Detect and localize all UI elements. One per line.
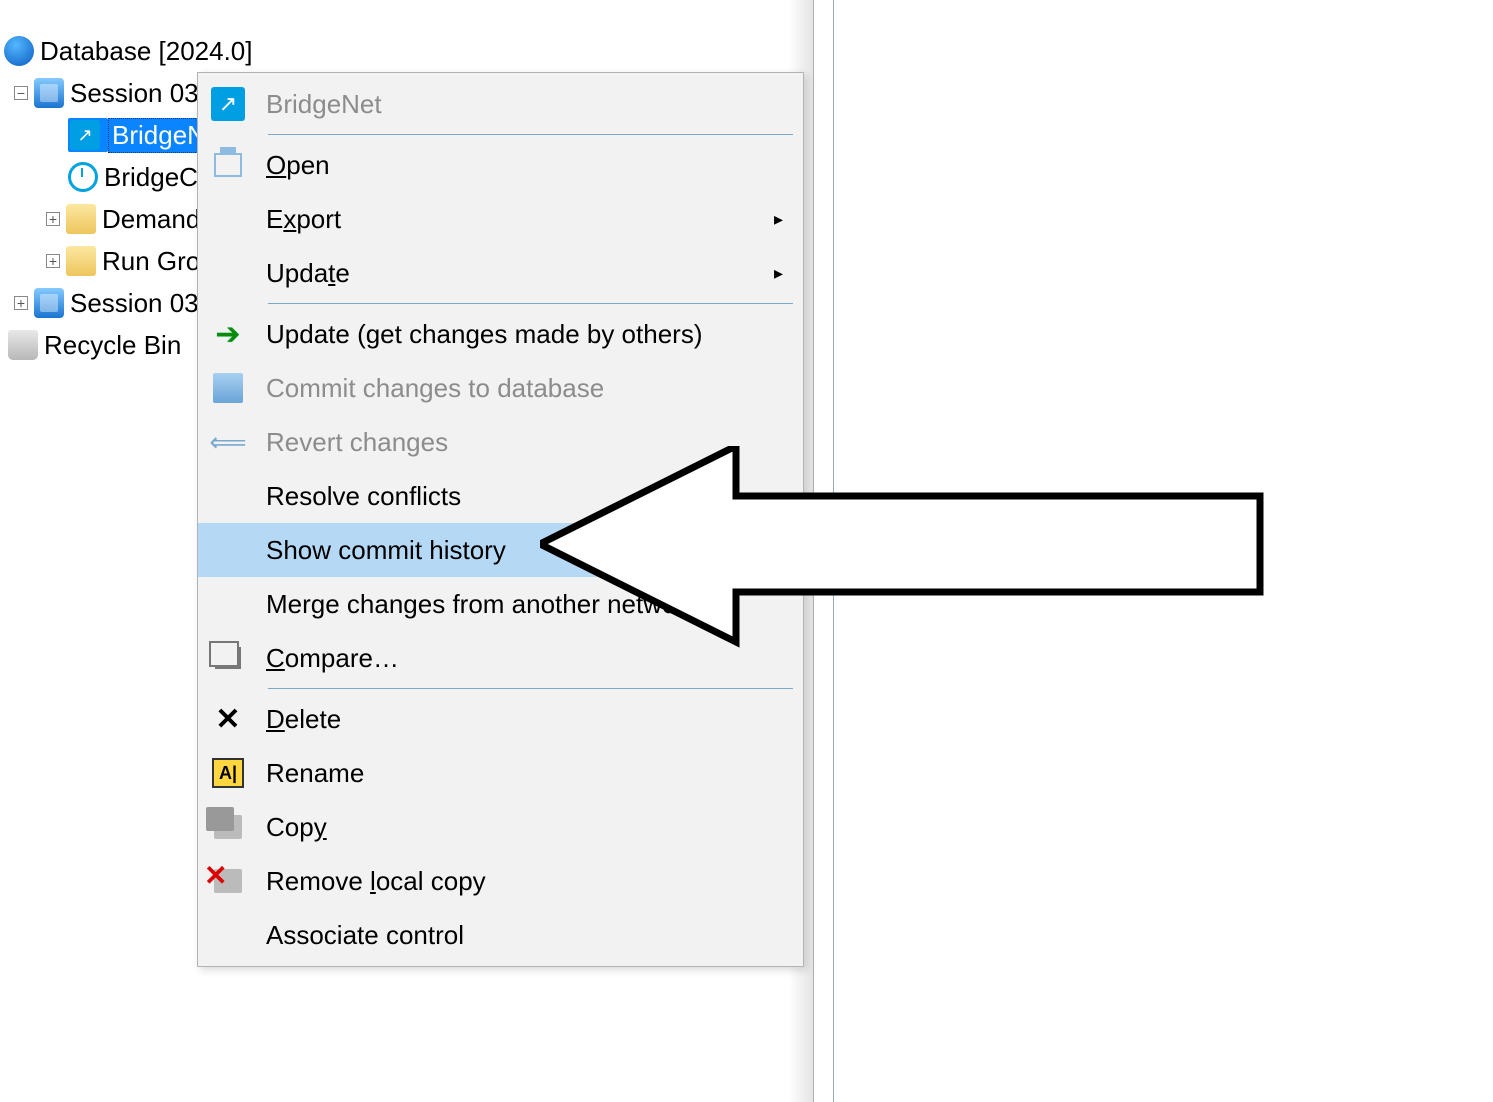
compare-icon bbox=[208, 640, 248, 676]
menu-label: Remove local copy bbox=[266, 866, 783, 897]
tree-label: Run Gro bbox=[102, 246, 200, 277]
menu-label: Update (get changes made by others) bbox=[266, 319, 783, 350]
session-icon bbox=[34, 78, 64, 108]
menu-label: Revert changes bbox=[266, 427, 783, 458]
collapse-icon[interactable]: − bbox=[10, 82, 32, 104]
menu-label: Export bbox=[266, 204, 767, 235]
menu-item-commit: Commit changes to database bbox=[198, 361, 803, 415]
network-icon: ↗ bbox=[70, 120, 100, 150]
tree-label: Recycle Bin bbox=[44, 330, 181, 361]
blank-icon bbox=[208, 255, 248, 291]
content-area bbox=[834, 0, 1493, 1102]
menu-item-rename[interactable]: A| Rename bbox=[198, 746, 803, 800]
tree-label: Session 03 bbox=[70, 78, 199, 109]
session-icon bbox=[34, 288, 64, 318]
revert-icon: ⟸ bbox=[208, 424, 248, 460]
blank-icon bbox=[208, 201, 248, 237]
menu-item-delete[interactable]: ✕ Delete bbox=[198, 692, 803, 746]
expand-icon[interactable]: + bbox=[42, 250, 64, 272]
menu-item-revert: ⟸ Revert changes bbox=[198, 415, 803, 469]
open-icon bbox=[208, 147, 248, 183]
folder-icon bbox=[66, 204, 96, 234]
menu-item-resolve[interactable]: Resolve conflicts bbox=[198, 469, 803, 523]
menu-item-merge[interactable]: Merge changes from another network bbox=[198, 577, 803, 631]
tree-label: Demand bbox=[102, 204, 200, 235]
tree-label: BridgeC bbox=[104, 162, 198, 193]
remove-icon: ✕ bbox=[208, 863, 248, 899]
menu-separator bbox=[268, 688, 793, 689]
context-menu: ↗ BridgeNet Open Export ▸ /*fix export u… bbox=[197, 72, 804, 967]
submenu-arrow-icon: ▸ bbox=[767, 209, 783, 230]
menu-header-label: BridgeNet bbox=[266, 89, 783, 120]
menu-item-remove-local[interactable]: ✕ Remove local copy bbox=[198, 854, 803, 908]
menu-label: Commit changes to database bbox=[266, 373, 783, 404]
rename-icon: A| bbox=[208, 755, 248, 791]
expand-icon[interactable]: + bbox=[42, 208, 64, 230]
blank-icon bbox=[208, 478, 248, 514]
copy-icon bbox=[208, 809, 248, 845]
menu-label: Delete bbox=[266, 704, 783, 735]
blank-icon bbox=[208, 917, 248, 953]
panel-divider bbox=[820, 0, 834, 1102]
menu-label: Rename bbox=[266, 758, 783, 789]
network-icon: ↗ bbox=[208, 86, 248, 122]
blank-icon bbox=[208, 532, 248, 568]
menu-label: Update bbox=[266, 258, 767, 289]
menu-separator bbox=[268, 134, 793, 135]
menu-item-update-get[interactable]: ➔ Update (get changes made by others) bbox=[198, 307, 803, 361]
menu-label: Compare… bbox=[266, 643, 783, 674]
menu-item-associate[interactable]: Associate control bbox=[198, 908, 803, 962]
menu-item-show-commit-history[interactable]: Show commit history bbox=[198, 523, 803, 577]
database-icon bbox=[4, 36, 34, 66]
menu-label: Show commit history bbox=[266, 535, 783, 566]
menu-label: Copy bbox=[266, 812, 783, 843]
menu-separator bbox=[268, 303, 793, 304]
save-icon bbox=[208, 370, 248, 406]
menu-label: Open bbox=[266, 150, 783, 181]
menu-item-update[interactable]: Update ▸ bbox=[198, 246, 803, 300]
tree-label-selected: BridgeN bbox=[108, 118, 210, 153]
tree-label: Session 03 bbox=[70, 288, 199, 319]
clock-icon bbox=[68, 162, 98, 192]
blank-icon bbox=[208, 586, 248, 622]
arrow-right-icon: ➔ bbox=[208, 316, 248, 352]
menu-item-compare[interactable]: Compare… bbox=[198, 631, 803, 685]
delete-icon: ✕ bbox=[208, 701, 248, 737]
menu-label: Merge changes from another network bbox=[266, 589, 783, 620]
menu-item-open[interactable]: Open bbox=[198, 138, 803, 192]
expand-icon[interactable]: + bbox=[10, 292, 32, 314]
menu-label: Associate control bbox=[266, 920, 783, 951]
menu-header: ↗ BridgeNet bbox=[198, 77, 803, 131]
folder-icon bbox=[66, 246, 96, 276]
menu-label: Resolve conflicts bbox=[266, 481, 783, 512]
tree-node-database[interactable]: Database [2024.0] bbox=[0, 30, 813, 72]
recycle-bin-icon bbox=[8, 330, 38, 360]
tree-label: Database [2024.0] bbox=[40, 36, 253, 67]
menu-item-export[interactable]: Export ▸ bbox=[198, 192, 803, 246]
submenu-arrow-icon: ▸ bbox=[767, 263, 783, 284]
menu-item-copy[interactable]: Copy bbox=[198, 800, 803, 854]
